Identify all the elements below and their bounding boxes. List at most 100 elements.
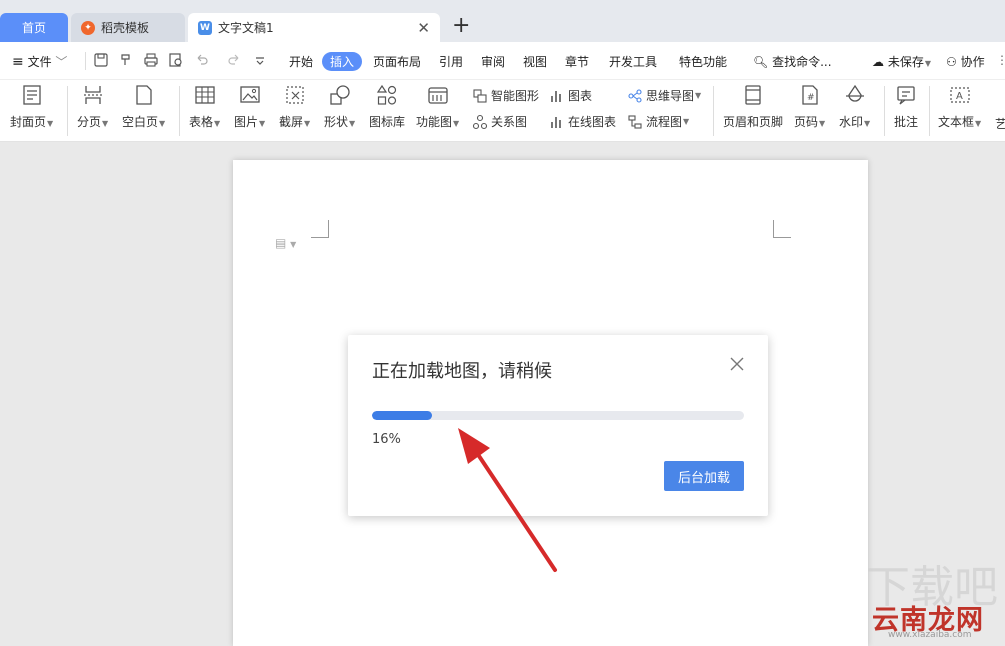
mindmap-label: 思维导图 [646,89,695,103]
command-search[interactable]: 🔍︎ 查找命令... [753,53,832,70]
file-menu-label: 文件 [27,55,52,69]
watermark-label: 水印 [839,115,864,129]
online-chart-button[interactable]: 在线图表 [549,113,616,130]
textbox-label: 文本框 [938,115,975,129]
background-load-button[interactable]: 后台加载 [664,461,744,491]
caret-icon: ▼ [819,119,826,128]
mindmap-button[interactable]: 思维导图 ▼ [627,87,701,104]
shape-label: 形状 [324,115,349,129]
image-button[interactable]: 图片▼ [234,83,265,130]
flowchart-button[interactable]: 流程图 ▼ [627,113,689,130]
divider [884,86,885,136]
close-tab-icon[interactable]: ✕ [417,19,430,37]
file-menu[interactable]: ≡ 文件 ﹀ [12,53,67,70]
screenshot-label: 截屏 [279,115,304,129]
menu-view[interactable]: 视图 [523,53,547,70]
menu-developer[interactable]: 开发工具 [609,53,657,70]
textbox-icon: A [948,83,972,107]
textbox-button[interactable]: A 文本框▼ [938,83,981,130]
relation-chart-label: 关系图 [491,115,528,129]
redo-icon[interactable] [226,52,242,68]
smart-shape-button[interactable]: 智能图形 [472,87,539,104]
save-icon[interactable] [93,52,109,68]
online-chart-icon [549,114,565,130]
tab-home[interactable]: 首页 [0,13,68,42]
watermark-button[interactable]: 水印▼ [839,83,870,130]
function-chart-icon [426,83,450,107]
divider [713,86,714,136]
function-chart-label: 功能图 [416,115,453,129]
relation-chart-button[interactable]: 关系图 [472,113,527,130]
page-break-button[interactable]: 分页▼ [77,83,108,130]
screenshot-button[interactable]: 截屏▼ [279,83,310,130]
cloud-icon: ☁ [872,55,884,69]
progress-percent: 16% [372,432,401,447]
comment-button[interactable]: 批注 [894,83,918,130]
menu-review[interactable]: 审阅 [481,53,505,70]
collab-button[interactable]: ⚇ 协作 [946,53,985,70]
more-icon[interactable]: ⋮ [996,53,1005,67]
screenshot-icon [283,83,307,107]
mindmap-icon [627,88,643,104]
cover-page-label: 封面页 [10,115,47,129]
print-preview-icon[interactable] [168,52,184,68]
art-text-button[interactable]: 艺 [995,115,1005,132]
header-footer-label: 页眉和页脚 [723,115,784,129]
watermark-icon [843,83,867,107]
caret-icon: ▼ [259,119,266,128]
icon-library-button[interactable]: 图标库 [369,83,405,130]
undo-icon[interactable] [194,52,210,68]
caret-icon: ▼ [102,119,109,128]
format-painter-icon[interactable] [118,52,134,68]
table-button[interactable]: 表格▼ [189,83,220,130]
chevron-down-icon: ﹀ [55,55,68,69]
print-icon[interactable] [143,52,159,68]
menu-insert[interactable]: 插入 [322,52,363,71]
menu-special[interactable]: 特色功能 [679,53,727,70]
caret-icon: ▼ [304,119,311,128]
header-footer-button[interactable]: 页眉和页脚 [723,83,783,130]
caret-icon: ▼ [47,119,54,128]
quick-access-menu-icon[interactable] [252,52,268,68]
user-icon: ⚇ [946,55,957,69]
page-break-label: 分页 [77,115,102,129]
tab-document[interactable]: W 文字文稿1 ✕ [188,13,440,42]
cover-page-button[interactable]: 封面页▼ [10,83,53,130]
writer-doc-icon: W [198,20,212,35]
chart-button[interactable]: 图表 [549,87,592,104]
tab-bar: 首页 ✦ 稻壳模板 W 文字文稿1 ✕ + [0,0,1005,42]
bar-chart-icon [549,88,565,104]
shape-button[interactable]: 形状▼ [324,83,355,130]
new-tab-button[interactable]: + [452,14,470,38]
menu-section[interactable]: 章节 [565,53,589,70]
blank-page-button[interactable]: 空白页▼ [122,83,165,130]
caret-icon: ▼ [214,119,221,128]
tab-document-label: 文字文稿1 [218,21,274,35]
smart-shape-label: 智能图形 [491,89,540,103]
comment-label: 批注 [894,115,919,129]
menu-references[interactable]: 引用 [439,53,463,70]
hamburger-icon: ≡ [12,54,24,70]
tab-templates[interactable]: ✦ 稻壳模板 [71,13,185,42]
blank-page-icon [132,83,156,107]
caret-icon: ▼ [349,119,356,128]
page-break-icon [81,83,105,107]
insert-ribbon: 封面页▼ 分页▼ 空白页▼ 表格▼ 图片▼ 截屏▼ 形状▼ 图标库 功能图▼ 智… [0,80,1005,142]
divider [67,86,68,136]
image-label: 图片 [234,115,259,129]
watermark-url: www.xiazaiba.com [888,630,972,640]
function-chart-button[interactable]: 功能图▼ [416,83,459,130]
search-icon: 🔍︎ [753,55,769,69]
unsaved-status[interactable]: ☁ 未保存▼ [872,53,931,70]
icon-library-icon [375,83,399,107]
paragraph-menu-icon[interactable]: ▤ ▼ [275,236,296,250]
menu-home[interactable]: 开始 [289,53,313,70]
menu-page-layout[interactable]: 页面布局 [373,53,421,70]
caret-icon: ▼ [924,59,931,68]
table-label: 表格 [189,115,214,129]
close-icon[interactable] [728,355,746,373]
tab-home-label: 首页 [21,21,46,35]
icon-library-label: 图标库 [369,115,406,129]
dialog-title: 正在加载地图，请稍候 [372,361,552,382]
page-number-button[interactable]: # 页码▼ [794,83,825,130]
